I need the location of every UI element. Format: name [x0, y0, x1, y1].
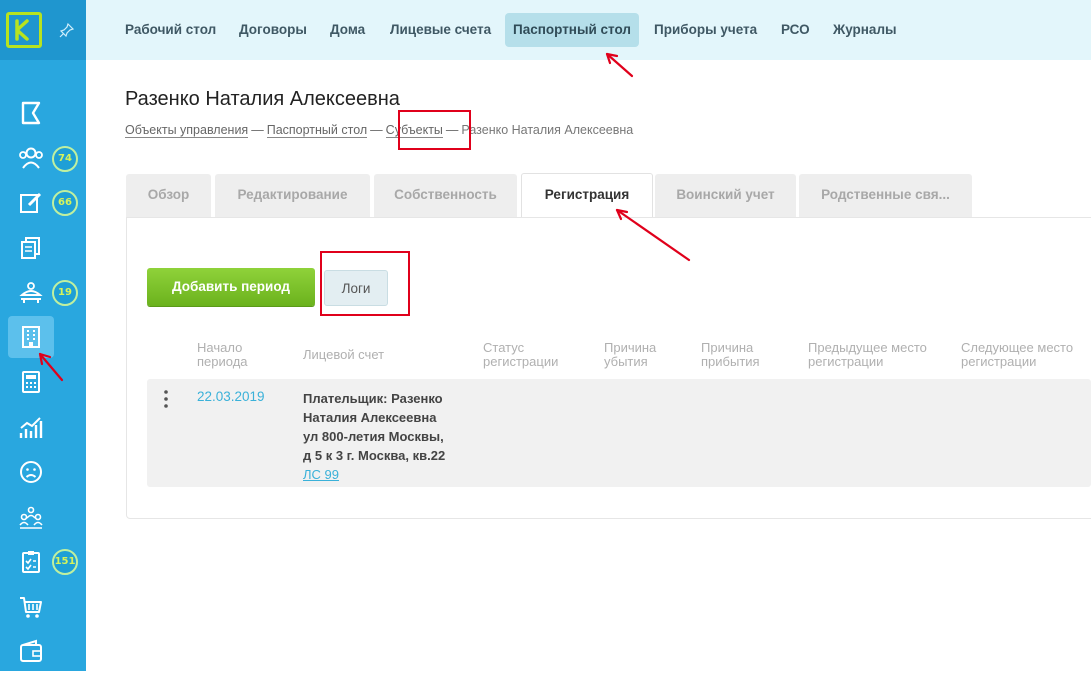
- account-link[interactable]: ЛС 99: [303, 465, 473, 484]
- header-line: Начало: [197, 340, 243, 355]
- tab-military[interactable]: Воинский учет: [655, 174, 796, 218]
- sidebar-item-payments[interactable]: [8, 631, 54, 673]
- tab-registration[interactable]: Регистрация: [521, 173, 653, 220]
- column-header-account[interactable]: Лицевой счет: [303, 348, 384, 362]
- chart-icon: [19, 417, 43, 438]
- pin-icon[interactable]: [59, 22, 75, 38]
- header-line: убытия: [604, 354, 648, 369]
- edit-icon: [20, 192, 42, 213]
- sidebar-item-dashboard[interactable]: [8, 92, 54, 134]
- tab-bar: Обзор Редактирование Собственность Регис…: [126, 173, 1091, 220]
- header-line: прибытия: [701, 354, 760, 369]
- header-line: периода: [197, 354, 248, 369]
- column-header-departure-reason[interactable]: Причина убытия: [604, 341, 656, 369]
- sidebar-item-passport-desk[interactable]: [8, 316, 54, 358]
- nav-contracts[interactable]: Договоры: [231, 13, 315, 47]
- documents-icon: [21, 237, 40, 259]
- table-row[interactable]: [147, 379, 1091, 487]
- sidebar-item-documents[interactable]: [8, 227, 54, 269]
- breadcrumb-current: Разенко Наталия Алексеевна: [461, 123, 634, 137]
- tab-edit[interactable]: Редактирование: [215, 174, 370, 218]
- tab-relatives[interactable]: Родственные свя...: [799, 174, 972, 218]
- header-line: регистрации: [961, 354, 1037, 369]
- header-line: Статус: [483, 340, 525, 355]
- header-line: Причина: [604, 340, 657, 355]
- service-icon: [19, 282, 43, 303]
- badge-requests: 66: [52, 190, 78, 216]
- nav-desktop[interactable]: Рабочий стол: [117, 13, 224, 47]
- breadcrumb-passport-desk[interactable]: Паспортный стол: [266, 123, 368, 138]
- cell-start-date[interactable]: 22.03.2019: [197, 389, 265, 404]
- annotation-box-logs: [320, 251, 410, 316]
- add-period-button[interactable]: Добавить период: [147, 268, 315, 306]
- column-header-status[interactable]: Статус регистрации: [483, 341, 558, 369]
- sidebar-item-complaints[interactable]: [8, 451, 54, 493]
- breadcrumb-management-objects[interactable]: Объекты управления: [125, 123, 249, 138]
- nav-personal-accounts[interactable]: Лицевые счета: [382, 13, 499, 47]
- header-line: регистрации: [483, 354, 559, 369]
- tab-overview[interactable]: Обзор: [126, 174, 211, 218]
- column-header-arrival-reason[interactable]: Причина прибытия: [701, 341, 760, 369]
- header-line: Лицевой счет: [303, 347, 385, 362]
- group-icon: [19, 506, 43, 529]
- breadcrumb: Объекты управления — Паспортный стол — Субъе…: [125, 123, 634, 138]
- badge-services: 19: [52, 280, 78, 306]
- sidebar-item-residents[interactable]: [8, 137, 54, 179]
- logo-k-icon: [15, 19, 29, 41]
- wallet-icon: [20, 639, 42, 662]
- nav-passport-desk[interactable]: Паспортный стол: [505, 13, 639, 47]
- nav-journals[interactable]: Журналы: [825, 13, 905, 47]
- nav-meters[interactable]: Приборы учета: [646, 13, 765, 47]
- sidebar: 74 66 19 151: [0, 0, 86, 671]
- header-line: Следующее место: [961, 340, 1074, 355]
- page-title: Разенко Наталия Алексеевна: [125, 88, 400, 110]
- sidebar-header: [0, 0, 86, 60]
- flag-icon: [21, 101, 41, 125]
- building-icon: [22, 326, 40, 348]
- breadcrumb-separator: —: [370, 123, 383, 137]
- header-line: Причина: [701, 340, 754, 355]
- account-line: Наталия Алексеевна: [303, 410, 437, 425]
- kebab-menu-icon[interactable]: [164, 390, 168, 408]
- cart-icon: [20, 597, 42, 618]
- sidebar-item-requests[interactable]: [8, 182, 54, 224]
- breadcrumb-separator: —: [251, 123, 264, 137]
- calculator-icon: [22, 371, 40, 393]
- sidebar-item-services[interactable]: [8, 272, 54, 314]
- column-header-previous-place[interactable]: Предыдущее место регистрации: [808, 341, 927, 369]
- account-line: д 5 к 3 г. Москва, кв.22: [303, 448, 446, 463]
- nav-houses[interactable]: Дома: [322, 13, 373, 47]
- users-icon: [19, 147, 43, 169]
- badge-tasks: 151: [52, 549, 78, 575]
- app-logo[interactable]: [6, 12, 42, 48]
- header-line: Предыдущее место: [808, 340, 927, 355]
- column-header-start[interactable]: Начало периода: [197, 341, 248, 369]
- header-line: регистрации: [808, 354, 884, 369]
- account-line: Плательщик: Разенко: [303, 391, 443, 406]
- checklist-icon: [22, 551, 40, 573]
- sidebar-item-analytics[interactable]: [8, 407, 54, 449]
- sidebar-item-shop[interactable]: [8, 586, 54, 628]
- badge-residents: 74: [52, 146, 78, 172]
- annotation-box-subjects: [398, 110, 471, 150]
- sidebar-item-calculations[interactable]: [8, 361, 54, 403]
- sidebar-item-staff[interactable]: [8, 497, 54, 539]
- account-line: ул 800-летия Москвы,: [303, 429, 444, 444]
- nav-rso[interactable]: РСО: [773, 13, 818, 47]
- sidebar-item-tasks[interactable]: [8, 541, 54, 583]
- sad-face-icon: [20, 461, 42, 483]
- tab-property[interactable]: Собственность: [374, 174, 517, 218]
- column-header-next-place[interactable]: Следующее место регистрации: [961, 341, 1073, 369]
- cell-account: Плательщик: Разенко Наталия Алексеевна у…: [303, 389, 473, 484]
